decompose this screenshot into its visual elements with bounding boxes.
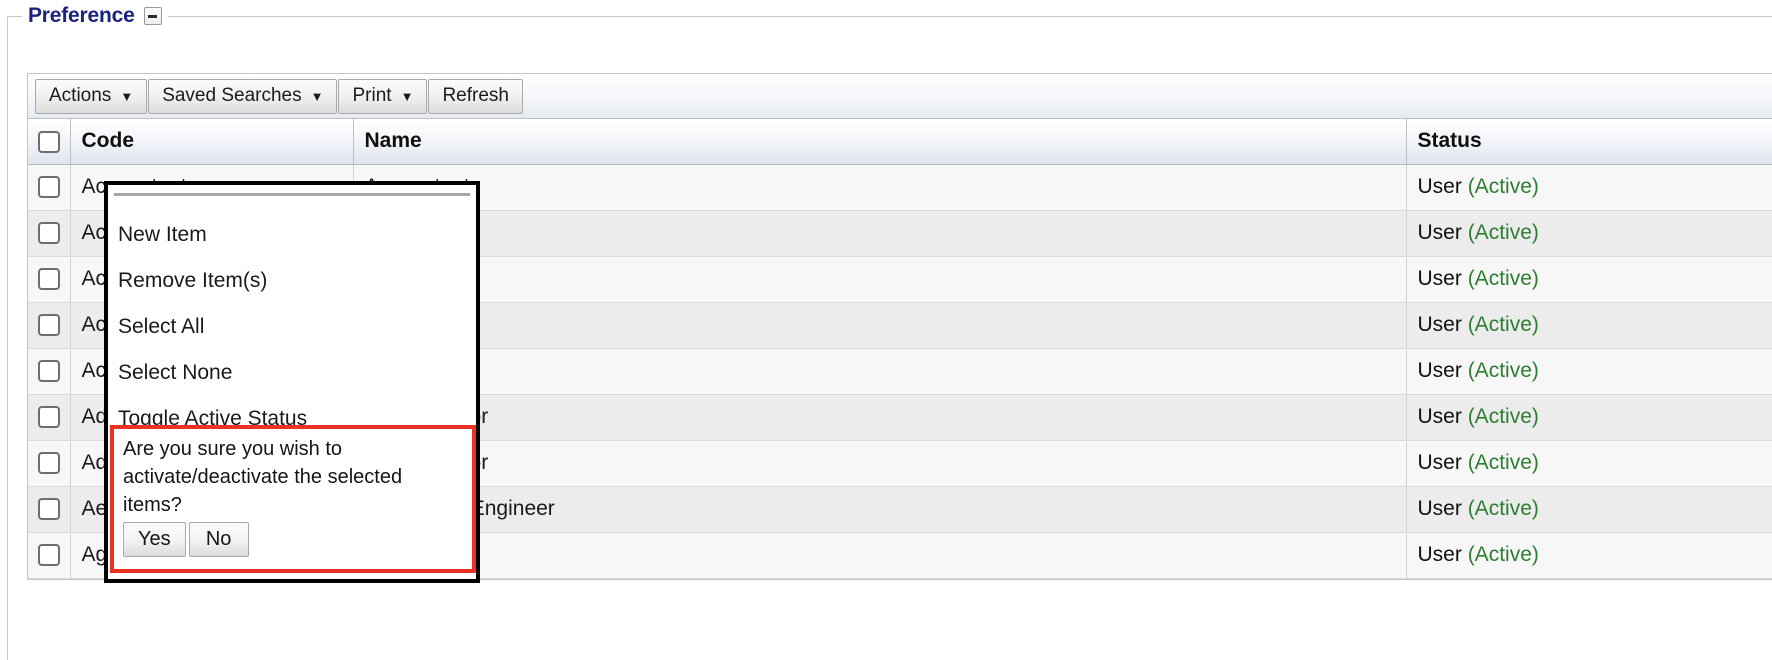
actions-button-label: Actions bbox=[49, 85, 112, 106]
menu-item-new-item[interactable]: New Item bbox=[108, 212, 476, 258]
row-select-cell[interactable] bbox=[28, 348, 71, 395]
cell-status: User (Active) bbox=[1406, 532, 1772, 579]
cell-status: User (Active) bbox=[1406, 394, 1772, 441]
select-all-header[interactable] bbox=[28, 119, 71, 165]
cell-status: User (Active) bbox=[1406, 486, 1772, 533]
cell-name: Accountant bbox=[353, 210, 1407, 257]
row-checkbox[interactable] bbox=[37, 360, 60, 383]
actions-button[interactable]: Actions ▼ bbox=[35, 78, 148, 114]
row-checkbox[interactable] bbox=[37, 406, 60, 429]
menu-item-remove-items[interactable]: Remove Item(s) bbox=[108, 258, 476, 304]
status-role: User bbox=[1417, 497, 1462, 520]
column-header-code[interactable]: Code bbox=[70, 119, 354, 165]
row-checkbox[interactable] bbox=[37, 452, 60, 475]
cell-status: User (Active) bbox=[1406, 256, 1772, 303]
status-role: User bbox=[1417, 175, 1462, 198]
saved-searches-button-label: Saved Searches bbox=[162, 85, 302, 106]
menu-item-select-all[interactable]: Select All bbox=[108, 304, 476, 350]
context-menu-items: New Item Remove Item(s) Select All Selec… bbox=[108, 196, 476, 442]
status-badge: (Active) bbox=[1467, 543, 1539, 566]
column-header-status[interactable]: Status bbox=[1406, 119, 1772, 165]
status-role: User bbox=[1417, 451, 1462, 474]
row-checkbox[interactable] bbox=[37, 498, 60, 521]
cell-name: Aerospace Engineer bbox=[353, 486, 1407, 533]
refresh-button-label: Refresh bbox=[442, 85, 509, 106]
status-badge: (Active) bbox=[1467, 221, 1539, 244]
row-select-cell[interactable] bbox=[28, 394, 71, 441]
panel-legend: Preference bbox=[22, 2, 168, 30]
page-title: Preference bbox=[28, 4, 135, 27]
row-checkbox[interactable] bbox=[37, 544, 60, 567]
table-header-row: Code Name Status bbox=[28, 119, 1772, 165]
saved-searches-button[interactable]: Saved Searches ▼ bbox=[148, 78, 338, 114]
row-checkbox[interactable] bbox=[37, 268, 60, 291]
row-checkbox[interactable] bbox=[37, 314, 60, 337]
status-badge: (Active) bbox=[1467, 405, 1539, 428]
row-checkbox[interactable] bbox=[37, 222, 60, 245]
cell-status: User (Active) bbox=[1406, 348, 1772, 395]
cell-name: Accountant bbox=[353, 164, 1407, 211]
row-select-cell[interactable] bbox=[28, 164, 71, 211]
refresh-button[interactable]: Refresh bbox=[428, 78, 523, 114]
status-badge: (Active) bbox=[1467, 451, 1539, 474]
status-role: User bbox=[1417, 313, 1462, 336]
cell-status: User (Active) bbox=[1406, 440, 1772, 487]
row-select-cell[interactable] bbox=[28, 532, 71, 579]
row-select-cell[interactable] bbox=[28, 256, 71, 303]
app-root: Preference Actions ▼ Saved Searches ▼ Pr… bbox=[0, 0, 1772, 660]
menu-item-select-none[interactable]: Select None bbox=[108, 350, 476, 396]
cell-status: User (Active) bbox=[1406, 164, 1772, 211]
confirm-yes-button[interactable]: Yes bbox=[123, 522, 186, 557]
status-badge: (Active) bbox=[1467, 267, 1539, 290]
status-role: User bbox=[1417, 267, 1462, 290]
row-select-cell[interactable] bbox=[28, 302, 71, 349]
cell-name: Actuary bbox=[353, 302, 1407, 349]
print-button[interactable]: Print ▼ bbox=[338, 78, 428, 114]
cell-name: Actuary bbox=[353, 348, 1407, 395]
row-checkbox[interactable] bbox=[37, 176, 60, 199]
status-badge: (Active) bbox=[1467, 497, 1539, 520]
cell-status: User (Active) bbox=[1406, 302, 1772, 349]
confirm-no-button[interactable]: No bbox=[188, 522, 249, 557]
row-select-cell[interactable] bbox=[28, 210, 71, 257]
row-select-cell[interactable] bbox=[28, 486, 71, 533]
cell-name: Actuary bbox=[353, 256, 1407, 303]
chevron-down-icon: ▼ bbox=[310, 88, 324, 104]
cell-name: Administrator bbox=[353, 394, 1407, 441]
confirm-dialog-message: Are you sure you wish to activate/deacti… bbox=[123, 438, 403, 516]
cell-name: Agent bbox=[353, 532, 1407, 579]
cell-status: User (Active) bbox=[1406, 210, 1772, 257]
status-role: User bbox=[1417, 359, 1462, 382]
confirm-dialog-actions: Yes No bbox=[123, 522, 464, 557]
print-button-label: Print bbox=[352, 85, 392, 106]
status-badge: (Active) bbox=[1467, 359, 1539, 382]
select-all-checkbox[interactable] bbox=[37, 130, 60, 153]
status-role: User bbox=[1417, 405, 1462, 428]
cell-name: Administrator bbox=[353, 440, 1407, 487]
minus-icon[interactable] bbox=[143, 7, 162, 25]
grid-toolbar: Actions ▼ Saved Searches ▼ Print ▼ Refre… bbox=[28, 74, 1772, 119]
status-badge: (Active) bbox=[1467, 313, 1539, 336]
status-role: User bbox=[1417, 221, 1462, 244]
chevron-down-icon: ▼ bbox=[120, 88, 134, 104]
column-header-name[interactable]: Name bbox=[353, 119, 1407, 165]
chevron-down-icon: ▼ bbox=[400, 88, 414, 104]
status-badge: (Active) bbox=[1467, 175, 1539, 198]
row-select-cell[interactable] bbox=[28, 440, 71, 487]
status-role: User bbox=[1417, 543, 1462, 566]
confirm-dialog: Are you sure you wish to activate/deacti… bbox=[110, 425, 476, 573]
